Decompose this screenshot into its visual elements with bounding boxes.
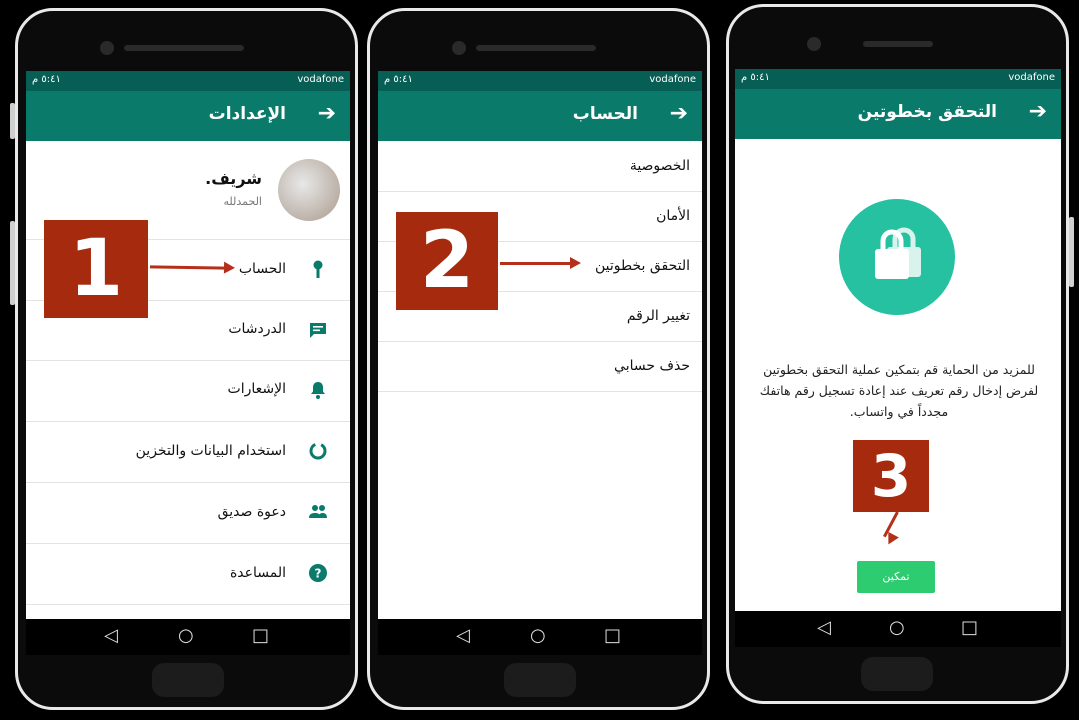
avatar[interactable] — [278, 159, 340, 221]
step-badge-1: 1 — [44, 220, 148, 318]
nav-home-icon[interactable]: ○ — [889, 617, 905, 638]
back-arrow-icon[interactable]: ➔ — [670, 101, 688, 126]
home-button — [504, 663, 576, 697]
home-button — [861, 657, 933, 691]
front-camera — [807, 37, 821, 51]
step-badge-3: 3 — [853, 440, 929, 512]
phone-frame-1: ٥:٤١ م vodafone الإعدادات ➔ شريف. الحمدل… — [10, 8, 358, 710]
carrier-label: vodafone — [649, 74, 696, 85]
carrier-label: vodafone — [1008, 72, 1055, 83]
app-bar: الحساب ➔ — [378, 91, 702, 141]
account-item-label: الخصوصية — [629, 158, 690, 174]
settings-item-data-storage[interactable]: استخدام البيانات والتخزين — [26, 421, 350, 483]
earpiece-speaker — [863, 41, 933, 47]
account-item-privacy[interactable]: الخصوصية — [378, 143, 702, 192]
nav-recent-icon[interactable]: □ — [252, 625, 269, 646]
help-icon: ? — [309, 564, 327, 582]
front-camera — [100, 41, 114, 55]
back-arrow-icon[interactable]: ➔ — [1029, 99, 1047, 124]
settings-item-label: دعوة صديق — [217, 504, 286, 520]
bell-icon — [311, 382, 325, 399]
status-time: ٥:٤١ م — [32, 74, 61, 85]
step-badge-2: 2 — [396, 212, 498, 310]
lock-icon — [875, 227, 921, 279]
description-line: مجدداً في واتساب. — [849, 404, 949, 419]
earpiece-speaker — [476, 45, 596, 51]
screen: ٥:٤١ م vodafone الحساب ➔ الخصوصية الأمان… — [378, 71, 702, 619]
people-icon — [309, 505, 327, 518]
data-usage-icon — [309, 442, 327, 460]
front-camera — [452, 41, 466, 55]
settings-item-label: المساعدة — [229, 565, 286, 581]
status-time: ٥:٤١ م — [741, 72, 770, 83]
key-icon — [313, 260, 323, 278]
profile-status: الحمدلله — [223, 195, 262, 208]
settings-item-label: الإشعارات — [227, 381, 286, 397]
account-item-label: حذف حسابي — [614, 358, 690, 374]
account-item-label: التحقق بخطوتين — [594, 258, 690, 274]
phone-frame-3: ٥:٤١ م vodafone التحقق بخطوتين ➔ للمزيد … — [726, 4, 1074, 704]
android-nav-bar: ◁ ○ □ — [378, 619, 702, 655]
app-bar: التحقق بخطوتين ➔ — [735, 89, 1061, 139]
status-bar: ٥:٤١ م vodafone — [26, 71, 350, 91]
svg-text:?: ? — [315, 567, 322, 581]
enable-button[interactable]: تمكين — [857, 561, 935, 593]
account-item-label: تغيير الرقم — [626, 308, 690, 324]
android-nav-bar: ◁ ○ □ — [735, 611, 1061, 647]
settings-item-label: استخدام البيانات والتخزين — [135, 443, 286, 459]
lock-illustration — [839, 199, 955, 315]
settings-item-label: الدردشات — [228, 321, 286, 337]
side-button — [10, 103, 15, 139]
nav-home-icon[interactable]: ○ — [530, 625, 546, 646]
nav-back-icon[interactable]: ◁ — [456, 625, 470, 646]
settings-item-help[interactable]: ? المساعدة — [26, 543, 350, 605]
screen: ٥:٤١ م vodafone التحقق بخطوتين ➔ للمزيد … — [735, 69, 1061, 611]
side-button — [10, 221, 15, 305]
nav-recent-icon[interactable]: □ — [961, 617, 978, 638]
side-button — [1069, 217, 1074, 287]
page-title: التحقق بخطوتين — [857, 102, 997, 122]
two-step-description: للمزيد من الحماية قم بتمكين عملية التحقق… — [753, 359, 1045, 422]
nav-recent-icon[interactable]: □ — [604, 625, 621, 646]
android-nav-bar: ◁ ○ □ — [26, 619, 350, 655]
page-title: الحساب — [572, 104, 638, 124]
app-bar: الإعدادات ➔ — [26, 91, 350, 141]
settings-item-notifications[interactable]: الإشعارات — [26, 360, 350, 422]
phone-frame-2: ٥:٤١ م vodafone الحساب ➔ الخصوصية الأمان… — [367, 8, 710, 710]
nav-back-icon[interactable]: ◁ — [104, 625, 118, 646]
status-bar: ٥:٤١ م vodafone — [735, 69, 1061, 89]
account-item-delete[interactable]: حذف حسابي — [378, 342, 702, 392]
status-bar: ٥:٤١ م vodafone — [378, 71, 702, 91]
nav-home-icon[interactable]: ○ — [178, 625, 194, 646]
nav-back-icon[interactable]: ◁ — [817, 617, 831, 638]
carrier-label: vodafone — [297, 74, 344, 85]
description-line: لفرض إدخال رقم تعريف عند إعادة تسجيل رقم… — [759, 383, 1039, 398]
status-time: ٥:٤١ م — [384, 74, 413, 85]
back-arrow-icon[interactable]: ➔ — [318, 101, 336, 126]
account-item-label: الأمان — [656, 208, 690, 224]
description-line: للمزيد من الحماية قم بتمكين عملية التحقق… — [763, 362, 1035, 377]
settings-item-invite[interactable]: دعوة صديق — [26, 482, 350, 544]
home-button — [152, 663, 224, 697]
chat-icon — [310, 323, 326, 338]
earpiece-speaker — [124, 45, 244, 51]
profile-name: شريف. — [205, 169, 262, 188]
page-title: الإعدادات — [208, 104, 286, 124]
step-arrow-2 — [500, 257, 581, 269]
screen: ٥:٤١ م vodafone الإعدادات ➔ شريف. الحمدل… — [26, 71, 350, 619]
settings-item-label: الحساب — [238, 261, 286, 277]
